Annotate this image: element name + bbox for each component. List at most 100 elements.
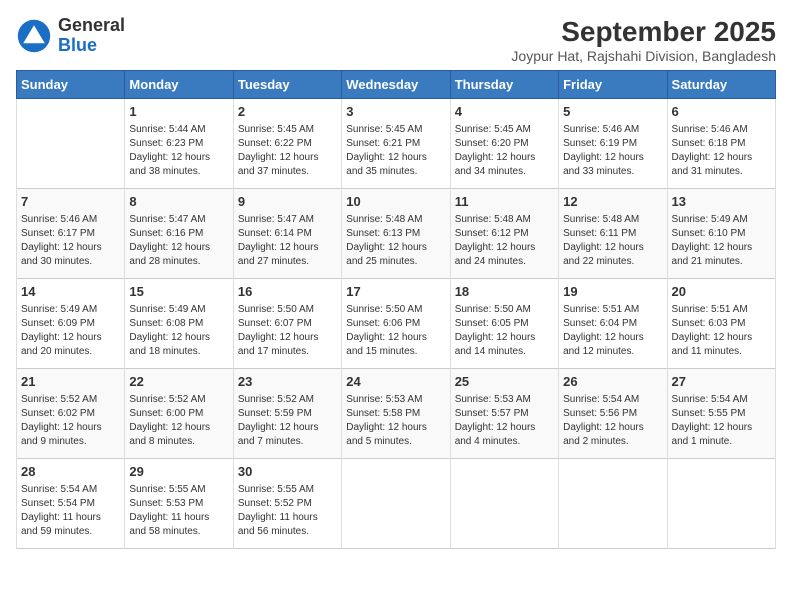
day-cell: 20 Sunrise: 5:51 AM Sunset: 6:03 PM Dayli… (667, 279, 775, 369)
day-info: Sunrise: 5:53 AM Sunset: 5:57 PM Dayligh… (455, 393, 554, 449)
day-number: 3 (346, 103, 445, 121)
day-cell: 26Sunrise: 5:54 AM Sunset: 5:56 PM Dayli… (559, 369, 667, 459)
day-info: Sunrise: 5:49 AM Sunset: 6:08 PM Dayligh… (129, 303, 228, 359)
day-header-wednesday: Wednesday (342, 71, 450, 99)
day-cell (450, 459, 558, 549)
day-cell: 6Sunrise: 5:46 AM Sunset: 6:18 PM Daylig… (667, 99, 775, 189)
day-cell: 16 Sunrise: 5:50 AM Sunset: 6:07 PM Dayli… (233, 279, 341, 369)
day-cell: 21Sunrise: 5:52 AM Sunset: 6:02 PM Dayli… (17, 369, 125, 459)
day-info: Sunrise: 5:45 AM Sunset: 6:20 PM Dayligh… (455, 123, 554, 179)
day-info: Sunrise: 5:46 AM Sunset: 6:19 PM Dayligh… (563, 123, 662, 179)
day-cell: 5 Sunrise: 5:46 AM Sunset: 6:19 PM Daylig… (559, 99, 667, 189)
day-info: Sunrise: 5:47 AM Sunset: 6:14 PM Dayligh… (238, 213, 337, 269)
day-number: 30 (238, 463, 337, 481)
day-cell: 11 Sunrise: 5:48 AM Sunset: 6:12 PM Dayli… (450, 189, 558, 279)
day-info: Sunrise: 5:46 AM Sunset: 6:17 PM Dayligh… (21, 213, 120, 269)
day-info: Sunrise: 5:53 AM Sunset: 5:58 PM Dayligh… (346, 393, 445, 449)
day-number: 28 (21, 463, 120, 481)
day-cell: 22Sunrise: 5:52 AM Sunset: 6:00 PM Dayli… (125, 369, 233, 459)
day-number: 29 (129, 463, 228, 481)
day-number: 25 (455, 373, 554, 391)
day-cell: 30 Sunrise: 5:55 AM Sunset: 5:52 PM Dayli… (233, 459, 341, 549)
day-number: 19 (563, 283, 662, 301)
day-cell: 1Sunrise: 5:44 AM Sunset: 6:23 PM Daylig… (125, 99, 233, 189)
day-info: Sunrise: 5:55 AM Sunset: 5:52 PM Dayligh… (238, 483, 337, 539)
day-number: 20 (672, 283, 771, 301)
day-cell: 4Sunrise: 5:45 AM Sunset: 6:20 PM Daylig… (450, 99, 558, 189)
day-info: Sunrise: 5:51 AM Sunset: 6:04 PM Dayligh… (563, 303, 662, 359)
day-cell: 7 Sunrise: 5:46 AM Sunset: 6:17 PM Daylig… (17, 189, 125, 279)
logo-blue: Blue (58, 35, 97, 55)
day-info: Sunrise: 5:45 AM Sunset: 6:22 PM Dayligh… (238, 123, 337, 179)
day-cell: 12 Sunrise: 5:48 AM Sunset: 6:11 PM Dayli… (559, 189, 667, 279)
day-number: 17 (346, 283, 445, 301)
logo-general: General (58, 15, 125, 35)
logo-icon (16, 18, 52, 54)
day-number: 18 (455, 283, 554, 301)
day-info: Sunrise: 5:51 AM Sunset: 6:03 PM Dayligh… (672, 303, 771, 359)
day-info: Sunrise: 5:44 AM Sunset: 6:23 PM Dayligh… (129, 123, 228, 179)
day-cell: 15 Sunrise: 5:49 AM Sunset: 6:08 PM Dayli… (125, 279, 233, 369)
day-header-saturday: Saturday (667, 71, 775, 99)
day-number: 5 (563, 103, 662, 121)
day-header-monday: Monday (125, 71, 233, 99)
day-number: 15 (129, 283, 228, 301)
day-info: Sunrise: 5:48 AM Sunset: 6:11 PM Dayligh… (563, 213, 662, 269)
day-cell: 3 Sunrise: 5:45 AM Sunset: 6:21 PM Daylig… (342, 99, 450, 189)
week-row-2: 7 Sunrise: 5:46 AM Sunset: 6:17 PM Daylig… (17, 189, 776, 279)
day-number: 9 (238, 193, 337, 211)
week-row-4: 21Sunrise: 5:52 AM Sunset: 6:02 PM Dayli… (17, 369, 776, 459)
day-cell (342, 459, 450, 549)
day-info: Sunrise: 5:48 AM Sunset: 6:13 PM Dayligh… (346, 213, 445, 269)
day-number: 12 (563, 193, 662, 211)
day-number: 24 (346, 373, 445, 391)
day-info: Sunrise: 5:49 AM Sunset: 6:09 PM Dayligh… (21, 303, 120, 359)
title-block: September 2025 Joypur Hat, Rajshahi Divi… (511, 16, 776, 64)
day-cell: 18 Sunrise: 5:50 AM Sunset: 6:05 PM Dayli… (450, 279, 558, 369)
month-title: September 2025 (511, 16, 776, 48)
day-cell: 14 Sunrise: 5:49 AM Sunset: 6:09 PM Dayli… (17, 279, 125, 369)
day-cell: 19 Sunrise: 5:51 AM Sunset: 6:04 PM Dayli… (559, 279, 667, 369)
day-number: 14 (21, 283, 120, 301)
week-row-3: 14 Sunrise: 5:49 AM Sunset: 6:09 PM Dayli… (17, 279, 776, 369)
day-number: 2 (238, 103, 337, 121)
day-cell: 10 Sunrise: 5:48 AM Sunset: 6:13 PM Dayli… (342, 189, 450, 279)
day-header-sunday: Sunday (17, 71, 125, 99)
logo-text: General Blue (58, 16, 125, 56)
day-info: Sunrise: 5:48 AM Sunset: 6:12 PM Dayligh… (455, 213, 554, 269)
day-info: Sunrise: 5:50 AM Sunset: 6:07 PM Dayligh… (238, 303, 337, 359)
day-number: 10 (346, 193, 445, 211)
page-header: General Blue September 2025 Joypur Hat, … (16, 16, 776, 64)
day-info: Sunrise: 5:47 AM Sunset: 6:16 PM Dayligh… (129, 213, 228, 269)
week-row-1: 1Sunrise: 5:44 AM Sunset: 6:23 PM Daylig… (17, 99, 776, 189)
day-cell: 27Sunrise: 5:54 AM Sunset: 5:55 PM Dayli… (667, 369, 775, 459)
day-number: 7 (21, 193, 120, 211)
location: Joypur Hat, Rajshahi Division, Banglades… (511, 48, 776, 64)
day-number: 8 (129, 193, 228, 211)
day-cell (17, 99, 125, 189)
day-number: 26 (563, 373, 662, 391)
day-cell: 2 Sunrise: 5:45 AM Sunset: 6:22 PM Daylig… (233, 99, 341, 189)
day-cell: 8 Sunrise: 5:47 AM Sunset: 6:16 PM Daylig… (125, 189, 233, 279)
day-number: 16 (238, 283, 337, 301)
day-info: Sunrise: 5:52 AM Sunset: 6:00 PM Dayligh… (129, 393, 228, 449)
day-cell: 24 Sunrise: 5:53 AM Sunset: 5:58 PM Dayli… (342, 369, 450, 459)
day-info: Sunrise: 5:50 AM Sunset: 6:05 PM Dayligh… (455, 303, 554, 359)
day-cell: 25 Sunrise: 5:53 AM Sunset: 5:57 PM Dayli… (450, 369, 558, 459)
day-header-friday: Friday (559, 71, 667, 99)
day-cell: 9 Sunrise: 5:47 AM Sunset: 6:14 PM Daylig… (233, 189, 341, 279)
day-info: Sunrise: 5:45 AM Sunset: 6:21 PM Dayligh… (346, 123, 445, 179)
day-info: Sunrise: 5:54 AM Sunset: 5:54 PM Dayligh… (21, 483, 120, 539)
day-number: 11 (455, 193, 554, 211)
day-info: Sunrise: 5:46 AM Sunset: 6:18 PM Dayligh… (672, 123, 771, 179)
day-cell: 23Sunrise: 5:52 AM Sunset: 5:59 PM Dayli… (233, 369, 341, 459)
day-cell: 13Sunrise: 5:49 AM Sunset: 6:10 PM Dayli… (667, 189, 775, 279)
day-cell (559, 459, 667, 549)
day-number: 27 (672, 373, 771, 391)
logo: General Blue (16, 16, 125, 56)
day-cell: 17Sunrise: 5:50 AM Sunset: 6:06 PM Dayli… (342, 279, 450, 369)
day-cell (667, 459, 775, 549)
day-info: Sunrise: 5:52 AM Sunset: 6:02 PM Dayligh… (21, 393, 120, 449)
day-cell: 28 Sunrise: 5:54 AM Sunset: 5:54 PM Dayli… (17, 459, 125, 549)
day-info: Sunrise: 5:55 AM Sunset: 5:53 PM Dayligh… (129, 483, 228, 539)
